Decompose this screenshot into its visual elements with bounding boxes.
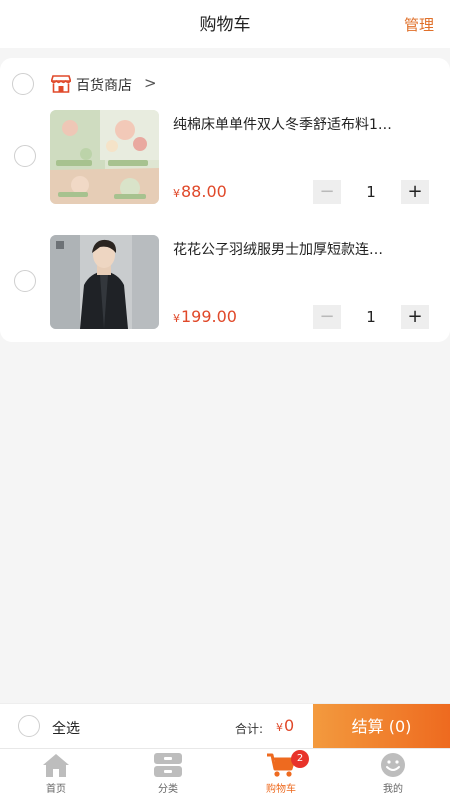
quantity-stepper: − 1 + <box>313 305 429 329</box>
store-header: 百货商店 > <box>0 58 450 106</box>
profile-icon <box>381 753 405 777</box>
quantity-value[interactable]: 1 <box>341 180 401 204</box>
product-title[interactable]: 纯棉床单单件双人冬季舒适布料1… <box>173 114 435 134</box>
select-all-label[interactable]: 全选 <box>52 718 80 738</box>
increase-quantity-button[interactable]: + <box>401 180 429 204</box>
checkout-bar: 全选 合计: ¥0 结算 (0) <box>0 703 450 749</box>
product-price: ¥88.00 <box>173 182 227 201</box>
product-image-jacket[interactable] <box>50 235 159 329</box>
cart-item: 花花公子羽绒服男士加厚短款连… ¥199.00 − 1 + <box>0 235 450 355</box>
category-icon <box>154 753 182 777</box>
currency-symbol: ¥ <box>276 721 283 734</box>
top-header: 购物车 管理 <box>0 0 450 48</box>
total-label: 合计: <box>235 722 264 736</box>
price-value: 199.00 <box>181 307 237 326</box>
tab-home[interactable]: 首页 <box>0 749 112 800</box>
checkout-button[interactable]: 结算 (0) <box>313 704 450 749</box>
tab-cart[interactable]: 2 购物车 <box>225 749 337 800</box>
currency-symbol: ¥ <box>173 312 180 325</box>
cart-item: 纯棉床单单件双人冬季舒适布料1… ¥88.00 − 1 + <box>0 110 450 230</box>
total-value: 0 <box>284 716 295 735</box>
tab-label: 分类 <box>158 784 178 795</box>
store-cart-card: 百货商店 > 纯棉床单单件双人冬季舒适布料1… ¥88.00 − 1 + 花花公… <box>0 58 450 342</box>
increase-quantity-button[interactable]: + <box>401 305 429 329</box>
tab-profile[interactable]: 我的 <box>337 749 449 800</box>
page-title: 购物车 <box>199 15 251 35</box>
currency-symbol: ¥ <box>173 187 180 200</box>
quantity-value[interactable]: 1 <box>341 305 401 329</box>
store-select-radio[interactable] <box>12 73 34 95</box>
cart-count-badge: 2 <box>291 750 309 768</box>
quantity-stepper: − 1 + <box>313 180 429 204</box>
store-name[interactable]: 百货商店 <box>76 75 132 95</box>
product-price: ¥199.00 <box>173 307 237 326</box>
product-image-bedsheet[interactable] <box>50 110 159 204</box>
bottom-tab-bar: 首页 分类 2 购物车 我的 <box>0 748 450 800</box>
manage-button[interactable]: 管理 <box>404 14 434 35</box>
price-value: 88.00 <box>181 182 227 201</box>
decrease-quantity-button[interactable]: − <box>313 180 341 204</box>
home-icon <box>43 754 69 777</box>
tab-label: 我的 <box>383 784 403 795</box>
tab-category[interactable]: 分类 <box>112 749 224 800</box>
select-all-radio[interactable] <box>18 715 40 737</box>
tab-label: 购物车 <box>266 784 296 795</box>
store-icon <box>51 75 71 93</box>
item-select-radio[interactable] <box>14 145 36 167</box>
tab-label: 首页 <box>46 784 66 795</box>
total-amount: ¥0 <box>276 716 294 735</box>
item-select-radio[interactable] <box>14 270 36 292</box>
chevron-right-icon[interactable]: > <box>144 74 157 92</box>
decrease-quantity-button[interactable]: − <box>313 305 341 329</box>
product-title[interactable]: 花花公子羽绒服男士加厚短款连… <box>173 239 435 259</box>
